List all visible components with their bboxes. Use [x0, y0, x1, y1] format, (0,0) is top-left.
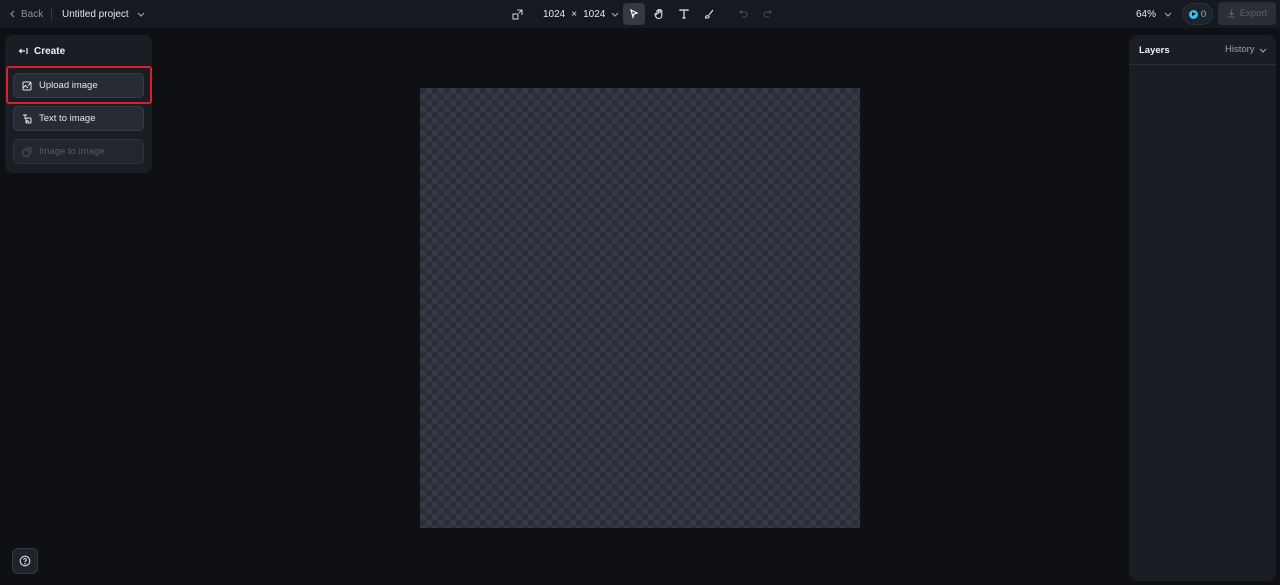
download-icon	[1227, 9, 1236, 18]
text-icon	[678, 8, 690, 20]
toolbar	[623, 3, 779, 25]
zoom-dropdown[interactable]: 64%	[1136, 0, 1172, 28]
upload-image-icon	[22, 81, 32, 91]
undo-icon	[737, 8, 749, 20]
layers-panel-header: Layers History	[1129, 35, 1276, 65]
create-panel: Create Upload image Text to image Image …	[5, 35, 152, 173]
image-to-image-icon	[22, 147, 32, 157]
layers-tab[interactable]: Layers	[1139, 45, 1170, 56]
cursor-icon	[628, 8, 640, 20]
chevron-left-icon	[9, 10, 17, 18]
brush-tool[interactable]	[698, 3, 720, 25]
artboard-canvas[interactable]	[420, 88, 860, 528]
project-name: Untitled project	[62, 8, 129, 20]
image-to-image-label: Image to image	[39, 146, 105, 157]
back-button[interactable]: Back	[9, 0, 43, 28]
help-button[interactable]	[12, 548, 38, 574]
image-to-image-button[interactable]: Image to image	[13, 139, 144, 164]
divider	[51, 7, 52, 21]
help-icon	[19, 555, 31, 567]
redo-button[interactable]	[757, 3, 779, 25]
text-tool[interactable]	[673, 3, 695, 25]
resize-icon	[512, 8, 523, 20]
export-button[interactable]: Export	[1218, 2, 1276, 25]
brush-icon	[703, 8, 715, 20]
times-sign: ×	[571, 8, 578, 20]
canvas-height: 1024	[583, 8, 606, 20]
canvas-width: 1024	[543, 8, 566, 20]
project-name-dropdown[interactable]: Untitled project	[62, 0, 145, 28]
chevron-down-icon	[1164, 10, 1172, 18]
text-to-image-icon	[22, 114, 32, 124]
canvas-size-dropdown[interactable]: 1024 × 1024	[512, 0, 619, 28]
credit-icon	[1188, 9, 1198, 19]
credits-count: 0	[1200, 8, 1207, 20]
select-tool[interactable]	[623, 3, 645, 25]
chevron-down-icon	[137, 10, 145, 18]
create-panel-header[interactable]: Create	[18, 43, 65, 59]
undo-button[interactable]	[732, 3, 754, 25]
layers-panel: Layers History	[1129, 35, 1276, 581]
history-label: History	[1225, 44, 1255, 55]
hand-tool[interactable]	[648, 3, 670, 25]
history-dropdown[interactable]: History	[1225, 44, 1267, 55]
zoom-level: 64%	[1136, 8, 1157, 20]
text-to-image-button[interactable]: Text to image	[13, 106, 144, 131]
upload-image-label: Upload image	[39, 80, 98, 91]
chevron-down-icon	[611, 10, 619, 18]
text-to-image-label: Text to image	[39, 113, 96, 124]
chevron-down-icon	[1259, 46, 1267, 54]
create-title: Create	[34, 45, 66, 57]
back-label: Back	[21, 8, 44, 20]
export-label: Export	[1239, 8, 1268, 19]
hand-icon	[653, 8, 665, 20]
redo-icon	[762, 8, 774, 20]
top-bar: Back Untitled project 1024 × 1024 64% 0 …	[0, 0, 1280, 28]
upload-image-button[interactable]: Upload image	[13, 73, 144, 98]
collapse-left-icon	[18, 46, 28, 56]
credits-badge[interactable]: 0	[1182, 3, 1213, 25]
